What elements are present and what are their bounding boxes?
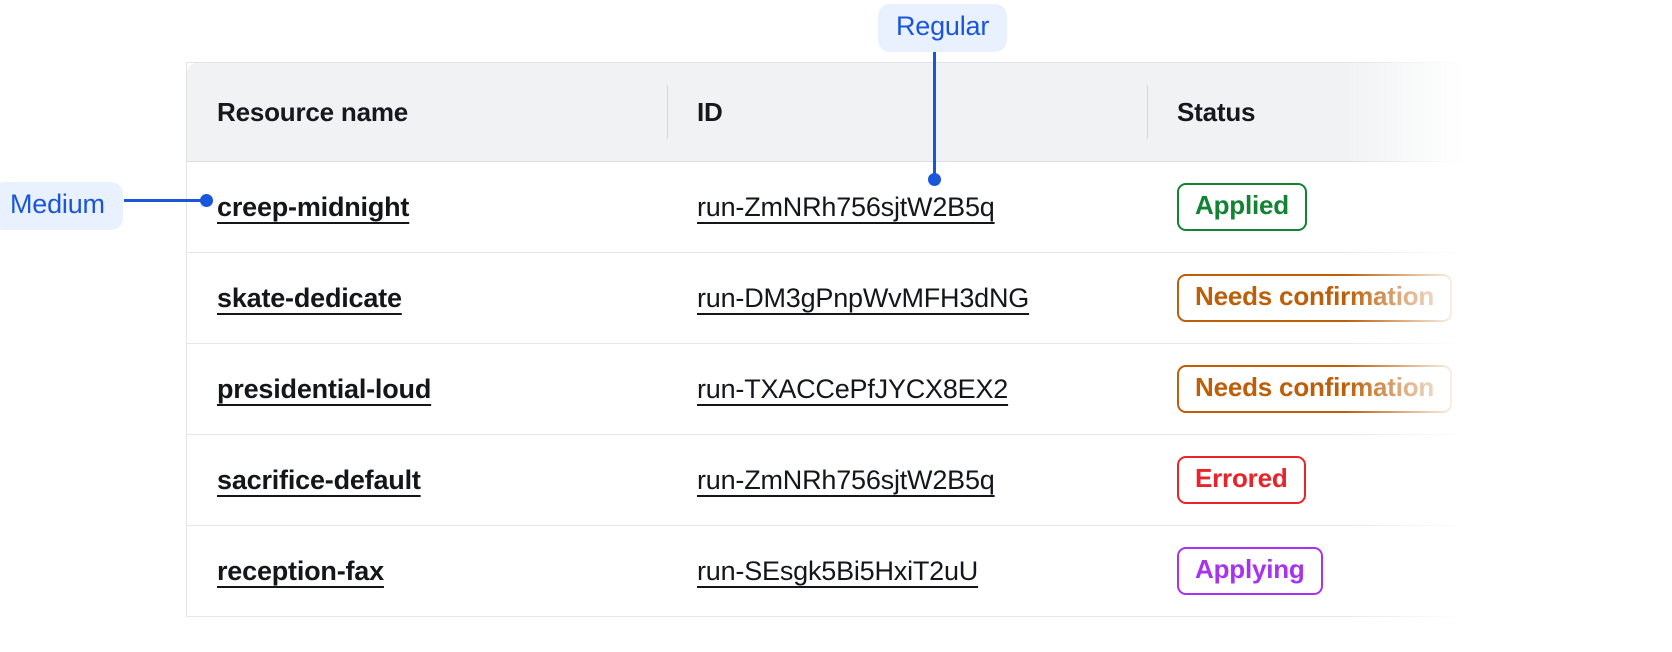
resource-name-link[interactable]: skate-dedicate	[217, 283, 402, 314]
run-id-link[interactable]: run-TXACCePfJYCX8EX2	[697, 374, 1008, 405]
cell-id: run-TXACCePfJYCX8EX2	[667, 344, 1147, 435]
cell-resource-name: presidential-loud	[187, 344, 668, 435]
table-row: sacrifice-default run-ZmNRh756sjtW2B5q E…	[187, 435, 1477, 526]
cell-resource-name: reception-fax	[187, 526, 668, 617]
resources-table-container: Resource name ID Status creep-midnight r…	[186, 62, 1476, 652]
cell-id: run-ZmNRh756sjtW2B5q	[667, 435, 1147, 526]
run-id-link[interactable]: run-DM3gPnpWvMFH3dNG	[697, 283, 1029, 314]
table-header: Resource name ID Status	[187, 63, 1477, 162]
column-header-id-label: ID	[697, 97, 723, 127]
table-row: skate-dedicate run-DM3gPnpWvMFH3dNG Need…	[187, 253, 1477, 344]
cell-status: Needs confirmation	[1147, 344, 1476, 435]
resource-name-link[interactable]: sacrifice-default	[217, 465, 421, 496]
table-body: creep-midnight run-ZmNRh756sjtW2B5q Appl…	[187, 162, 1477, 617]
resource-name-link[interactable]: creep-midnight	[217, 192, 409, 223]
status-badge: Needs confirmation	[1177, 365, 1452, 412]
cell-status: Applied	[1147, 162, 1476, 253]
table-row: creep-midnight run-ZmNRh756sjtW2B5q Appl…	[187, 162, 1477, 253]
table-row: reception-fax run-SEsgk5Bi5HxiT2uU Apply…	[187, 526, 1477, 617]
status-badge: Needs confirmation	[1177, 274, 1452, 321]
column-header-resource-name-label: Resource name	[217, 97, 408, 127]
run-id-link[interactable]: run-ZmNRh756sjtW2B5q	[697, 465, 995, 496]
column-header-id[interactable]: ID	[667, 63, 1147, 162]
annotation-label-medium: Medium	[0, 182, 123, 230]
annotation-leader-line-regular	[933, 46, 936, 178]
resource-name-link[interactable]: presidential-loud	[217, 374, 431, 405]
cell-status: Applying	[1147, 526, 1476, 617]
status-badge: Errored	[1177, 456, 1306, 503]
column-header-resource-name[interactable]: Resource name	[187, 63, 668, 162]
column-header-status-label: Status	[1177, 97, 1255, 127]
cell-id: run-ZmNRh756sjtW2B5q	[667, 162, 1147, 253]
cell-resource-name: creep-midnight	[187, 162, 668, 253]
column-divider-icon	[1147, 85, 1148, 139]
table-row: presidential-loud run-TXACCePfJYCX8EX2 N…	[187, 344, 1477, 435]
status-badge: Applied	[1177, 183, 1307, 230]
resource-name-link[interactable]: reception-fax	[217, 556, 384, 587]
resources-table: Resource name ID Status creep-midnight r…	[186, 62, 1476, 617]
annotation-label-regular: Regular	[878, 4, 1007, 52]
annotation-anchor-dot-regular	[928, 173, 941, 186]
column-divider-icon	[667, 85, 668, 139]
cell-resource-name: skate-dedicate	[187, 253, 668, 344]
run-id-link[interactable]: run-ZmNRh756sjtW2B5q	[697, 192, 995, 223]
cell-id: run-DM3gPnpWvMFH3dNG	[667, 253, 1147, 344]
cell-status: Needs confirmation	[1147, 253, 1476, 344]
table-header-row: Resource name ID Status	[187, 63, 1477, 162]
column-header-status[interactable]: Status	[1147, 63, 1476, 162]
cell-status: Errored	[1147, 435, 1476, 526]
run-id-link[interactable]: run-SEsgk5Bi5HxiT2uU	[697, 556, 978, 587]
annotation-leader-line-medium	[124, 199, 208, 202]
cell-resource-name: sacrifice-default	[187, 435, 668, 526]
cell-id: run-SEsgk5Bi5HxiT2uU	[667, 526, 1147, 617]
status-badge: Applying	[1177, 547, 1323, 594]
annotation-anchor-dot-medium	[200, 194, 213, 207]
